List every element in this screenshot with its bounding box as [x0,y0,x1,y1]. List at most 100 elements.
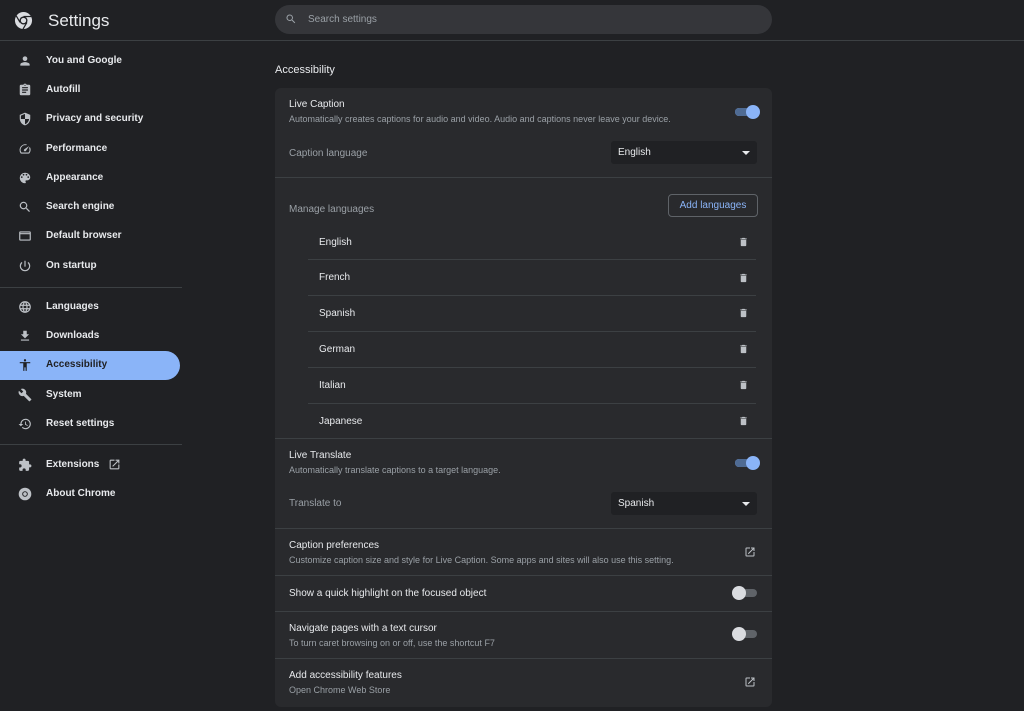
chrome-logo-icon [14,11,33,30]
clipboard-icon [18,83,32,97]
sidebar-item-label: Extensions [46,459,100,470]
sidebar-item-label: Reset settings [46,418,115,429]
open-in-new-icon [744,676,756,688]
accessibility-card: Live Caption Automatically creates capti… [275,88,772,707]
text-cursor-toggle[interactable] [732,627,757,641]
trash-icon [740,416,747,426]
sidebar-item-search-engine[interactable]: Search engine [0,193,180,222]
live-translate-subtitle: Automatically translate captions to a ta… [289,465,501,475]
sidebar-item-reset-settings[interactable]: Reset settings [0,410,180,439]
sidebar-item-autofill[interactable]: Autofill [0,76,180,105]
sidebar-item-languages[interactable]: Languages [0,293,180,322]
sidebar-item-label: System [46,389,82,400]
sidebar-item-label: Default browser [46,230,122,241]
sidebar-item-label: Languages [46,301,99,312]
sidebar-item-you-and-google[interactable]: You and Google [0,47,180,76]
live-caption-title: Live Caption [289,99,345,110]
puzzle-icon [18,458,32,472]
history-icon [18,417,32,431]
delete-language-spanish-button[interactable] [738,307,749,319]
text-cursor-subtitle: To turn caret browsing on or off, use th… [289,638,495,648]
sidebar-divider [0,287,182,288]
trash-icon [740,344,747,354]
sidebar-item-label: Privacy and security [46,113,144,124]
search-icon [286,14,296,24]
trash-icon [740,237,747,247]
search-box[interactable] [275,5,772,34]
person-icon [18,54,32,68]
language-item: Italian [319,380,346,391]
sidebar-item-appearance[interactable]: Appearance [0,164,180,193]
language-item: Spanish [319,308,356,319]
caption-preferences-title: Caption preferences [289,540,380,551]
caption-language-label: Caption language [289,148,368,159]
browser-window-icon [18,229,32,243]
palette-icon [18,171,32,185]
sidebar-item-downloads[interactable]: Downloads [0,322,180,351]
delete-language-italian-button[interactable] [738,379,749,391]
search-input[interactable] [308,5,758,34]
live-translate-toggle[interactable] [735,456,760,470]
trash-icon [740,308,747,318]
manage-languages-label: Manage languages [289,204,375,215]
add-accessibility-features-row[interactable]: Add accessibility features Open Chrome W… [275,659,772,705]
section-title: Accessibility [275,64,335,76]
delete-language-japanese-button[interactable] [738,415,749,427]
sidebar-item-label: About Chrome [46,488,116,499]
sidebar-divider [0,444,182,445]
trash-icon [740,273,747,283]
separator [275,611,772,612]
power-icon [18,259,32,273]
delete-language-german-button[interactable] [738,343,749,355]
chevron-down-icon [742,151,750,155]
delete-language-english-button[interactable] [738,236,749,248]
separator [308,367,756,368]
separator [275,177,772,178]
wrench-icon [18,388,32,402]
open-in-new-icon [744,546,756,558]
separator [308,403,756,404]
language-item: English [319,237,352,248]
translate-to-label: Translate to [289,498,342,509]
sidebar-item-accessibility[interactable]: Accessibility [0,351,180,380]
caption-preferences-subtitle: Customize caption size and style for Liv… [289,555,674,565]
sidebar-item-on-startup[interactable]: On startup [0,252,180,281]
delete-language-french-button[interactable] [738,272,749,284]
page-title: Settings [48,11,110,30]
chevron-down-icon [742,502,750,506]
language-item: French [319,272,351,283]
sidebar-item-performance[interactable]: Performance [0,135,180,164]
sidebar-item-default-browser[interactable]: Default browser [0,222,180,251]
sidebar-item-label: Accessibility [46,359,108,370]
sidebar-item-label: Performance [46,143,108,154]
live-caption-toggle[interactable] [735,105,760,119]
quick-highlight-toggle[interactable] [732,586,757,600]
sidebar-item-label: On startup [46,260,97,271]
sidebar-item-label: Search engine [46,201,115,212]
separator [275,575,772,576]
text-cursor-title: Navigate pages with a text cursor [289,623,437,634]
sidebar-item-privacy-and-security[interactable]: Privacy and security [0,105,180,134]
sidebar-item-label: You and Google [46,55,122,66]
live-caption-subtitle: Automatically creates captions for audio… [289,114,671,124]
add-features-title: Add accessibility features [289,670,402,681]
sidebar-item-about-chrome[interactable]: About Chrome [0,480,180,509]
sidebar-item-label: Appearance [46,172,104,183]
shield-icon [18,112,32,126]
caption-language-select[interactable]: English [611,141,757,164]
add-languages-button[interactable]: Add languages [668,194,758,217]
caption-preferences-row[interactable]: Caption preferences Customize caption si… [275,529,772,575]
accessibility-icon [18,358,32,372]
sidebar-item-extensions[interactable]: Extensions [0,451,180,480]
separator [308,295,756,296]
sidebar-item-label: Autofill [46,84,81,95]
quick-highlight-title: Show a quick highlight on the focused ob… [289,588,487,599]
sidebar-item-system[interactable]: System [0,381,180,410]
separator [308,331,756,332]
translate-to-select[interactable]: Spanish [611,492,757,515]
search-icon [18,200,32,214]
language-item: German [319,344,356,355]
live-translate-title: Live Translate [289,450,352,461]
globe-icon [18,300,32,314]
separator [275,438,772,439]
